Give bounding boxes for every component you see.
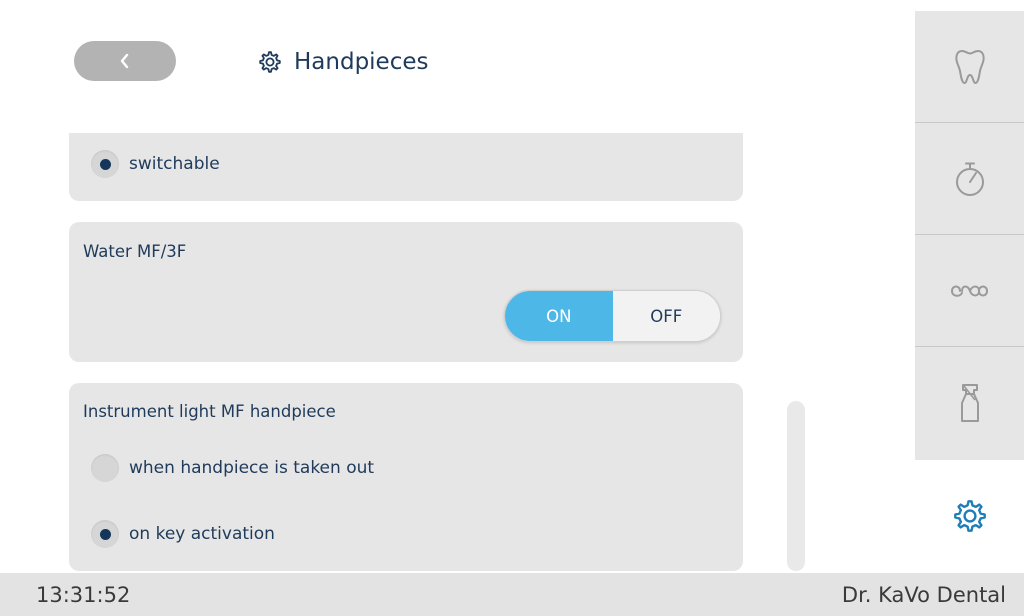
- gear-icon: [259, 51, 281, 73]
- radio-option-taken-out[interactable]: when handpiece is taken out: [91, 454, 374, 482]
- radio-selected-dot: [99, 158, 111, 170]
- panel-instrument-light: Instrument light MF handpiece when handp…: [69, 383, 743, 571]
- scrollbar[interactable]: [787, 401, 805, 571]
- radio-label: switchable: [129, 154, 220, 174]
- user-name: Dr. KaVo Dental: [841, 582, 1006, 607]
- chevron-left-icon: [120, 53, 129, 69]
- toggle-on-option[interactable]: ON: [505, 291, 613, 341]
- panel-switchable: switchable: [69, 133, 743, 201]
- radio-button[interactable]: [91, 454, 119, 482]
- radio-option-switchable[interactable]: switchable: [91, 150, 220, 178]
- page-title-group: Handpieces: [258, 44, 429, 80]
- gear-icon: [953, 500, 986, 532]
- panel-water: Water MF/3F ON OFF: [69, 222, 743, 362]
- sidebar-item-treatment[interactable]: [915, 11, 1024, 123]
- section-title: Water MF/3F: [83, 242, 187, 261]
- radio-button[interactable]: [91, 520, 119, 548]
- radio-label: when handpiece is taken out: [129, 458, 375, 478]
- back-button[interactable]: [74, 41, 176, 81]
- sidebar: [915, 11, 1024, 460]
- radio-selected-dot: [99, 528, 111, 540]
- radio-button[interactable]: [91, 150, 119, 178]
- status-bar: 13:31:52 Dr. KaVo Dental: [0, 573, 1024, 616]
- sidebar-item-hygiene[interactable]: [915, 347, 1024, 459]
- infinity-loop-icon: [950, 285, 988, 297]
- water-toggle[interactable]: ON OFF: [504, 290, 721, 342]
- toggle-off-option[interactable]: OFF: [612, 291, 720, 341]
- section-title: Instrument light MF handpiece: [83, 402, 336, 421]
- tooth-icon: [954, 50, 985, 84]
- sidebar-item-timer[interactable]: [915, 123, 1024, 235]
- clock: 13:31:52: [36, 582, 131, 607]
- sidebar-item-loop[interactable]: [915, 235, 1024, 347]
- sidebar-item-settings[interactable]: [915, 460, 1024, 572]
- stopwatch-icon: [955, 162, 984, 196]
- radio-label: on key activation: [129, 524, 275, 544]
- radio-option-key-activation[interactable]: on key activation: [91, 520, 275, 548]
- page-title: Handpieces: [294, 49, 429, 75]
- spray-bottle-icon: [960, 384, 979, 422]
